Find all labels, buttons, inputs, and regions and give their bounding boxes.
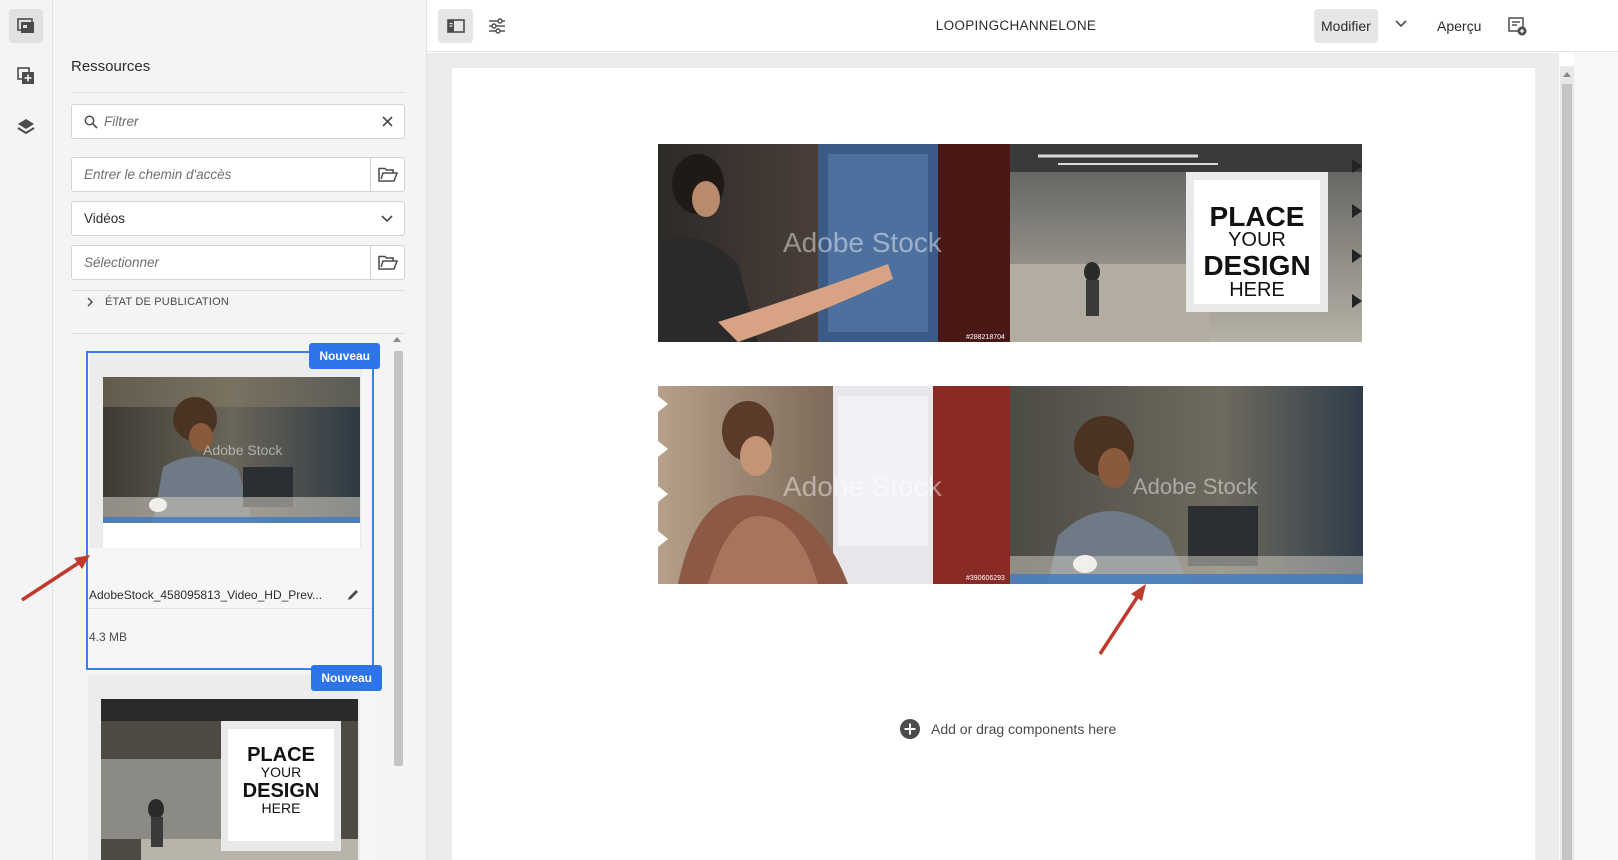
- asset-thumbnail: PLACE YOUR DESIGN HERE: [101, 699, 358, 860]
- chevron-down-icon: [381, 214, 393, 222]
- chevron-right-icon: [87, 297, 94, 307]
- svg-text:PLACE: PLACE: [1210, 201, 1305, 232]
- panel-divider: [71, 333, 405, 334]
- filter-input[interactable]: Filtrer: [71, 104, 405, 139]
- edit-mode-button[interactable]: Modifier: [1314, 9, 1378, 43]
- canvas-scrollbar[interactable]: [1560, 66, 1574, 860]
- select-placeholder: Sélectionner: [84, 255, 160, 270]
- type-dropdown-toggle[interactable]: [370, 202, 404, 235]
- thumbnail-padding: [103, 523, 360, 548]
- canvas-scrollbar-thumb[interactable]: [1562, 84, 1572, 860]
- panel-divider: [71, 290, 405, 291]
- add-circle-icon: [900, 719, 920, 739]
- add-components-label: Add or drag components here: [931, 721, 1117, 737]
- path-placeholder: Entrer le chemin d'accès: [84, 167, 232, 182]
- filter-placeholder: Filtrer: [104, 114, 139, 129]
- svg-text:Adobe Stock: Adobe Stock: [203, 442, 283, 458]
- left-rail: [0, 0, 53, 860]
- folder-icon: [377, 255, 398, 270]
- new-badge: Nouveau: [309, 343, 380, 369]
- right-gutter: [1574, 53, 1618, 860]
- asset-thumbnail: Adobe Stock: [103, 377, 360, 523]
- panel-divider: [71, 92, 405, 93]
- cafe-video-thumbnail-image: Adobe Stock: [103, 377, 360, 523]
- clear-filter-button[interactable]: [370, 105, 404, 138]
- publication-status-label: ÉTAT DE PUBLICATION: [105, 296, 230, 308]
- video-component-2[interactable]: Adobe Stock Adobe Stock #390606293: [658, 386, 1363, 584]
- mode-dropdown-chevron-icon[interactable]: [1394, 17, 1408, 31]
- components-rail-button[interactable]: [9, 59, 43, 93]
- svg-text:DESIGN: DESIGN: [243, 780, 320, 802]
- canvas-scroll-up-arrow[interactable]: [1563, 72, 1571, 77]
- assets-rail-icon: [17, 18, 34, 33]
- svg-text:DESIGN: DESIGN: [1203, 250, 1310, 281]
- svg-text:Adobe Stock: Adobe Stock: [783, 227, 943, 258]
- svg-text:PLACE: PLACE: [247, 744, 315, 766]
- svg-text:#390606293: #390606293: [966, 575, 1005, 582]
- svg-text:#288218704: #288218704: [966, 334, 1005, 341]
- list-scrollbar-thumb[interactable]: [394, 351, 403, 766]
- page-info-icon[interactable]: [1507, 16, 1527, 36]
- svg-text:YOUR: YOUR: [1228, 229, 1286, 251]
- layers-rail-icon: [17, 119, 35, 135]
- assets-panel: Ressources Filtrer Entrer le chemin d'ac…: [53, 0, 427, 860]
- svg-text:YOUR: YOUR: [261, 764, 301, 780]
- close-icon: [381, 116, 393, 127]
- svg-text:HERE: HERE: [262, 800, 301, 816]
- annotation-arrow-left: [21, 555, 90, 602]
- card-divider: [88, 608, 372, 609]
- path-input[interactable]: Entrer le chemin d'accès: [71, 157, 405, 192]
- asset-card[interactable]: Nouveau Adobe Stock AdobeStock_458095813…: [86, 343, 380, 670]
- page-title: LOOPINGCHANNELONE: [935, 18, 1097, 33]
- asset-type-value: Vidéos: [84, 211, 126, 226]
- billboard-video-thumbnail-image: PLACE YOUR DESIGN HERE: [101, 699, 358, 860]
- select-input[interactable]: Sélectionner: [71, 245, 405, 280]
- video-preview-image-2: Adobe Stock Adobe Stock #390606293: [658, 386, 1363, 584]
- asset-type-select[interactable]: Vidéos: [71, 201, 405, 236]
- add-components-dropzone[interactable]: Add or drag components here: [899, 718, 1116, 740]
- edit-pencil-icon[interactable]: [346, 588, 360, 602]
- svg-text:Adobe Stock: Adobe Stock: [1133, 474, 1259, 499]
- asset-list: Nouveau Adobe Stock AdobeStock_458095813…: [71, 337, 405, 860]
- editor-toolbar: LOOPINGCHANNELONE Modifier Aperçu: [427, 0, 1618, 52]
- new-badge: Nouveau: [311, 665, 382, 691]
- publication-status-toggle[interactable]: ÉTAT DE PUBLICATION: [71, 292, 229, 312]
- browse-path-button[interactable]: [370, 158, 404, 191]
- svg-text:HERE: HERE: [1229, 279, 1285, 301]
- components-rail-icon: [17, 67, 34, 84]
- video-component-1[interactable]: PLACE YOUR DESIGN HERE Adobe Stock #2882…: [658, 144, 1362, 342]
- svg-text:Adobe Stock: Adobe Stock: [783, 471, 943, 502]
- app-window: Ressources Filtrer Entrer le chemin d'ac…: [0, 0, 1618, 860]
- annotation-arrow-right: [1098, 584, 1146, 655]
- folder-icon: [377, 167, 398, 182]
- panel-title: Ressources: [71, 58, 151, 75]
- search-icon: [84, 115, 98, 129]
- asset-size: 4.3 MB: [89, 630, 128, 644]
- layers-rail-button[interactable]: [9, 110, 43, 144]
- video-preview-image-1: PLACE YOUR DESIGN HERE Adobe Stock #2882…: [658, 144, 1362, 342]
- asset-card[interactable]: Nouveau PLACE YOUR DESIGN HERE: [86, 665, 382, 860]
- browse-select-button[interactable]: [370, 246, 404, 279]
- assets-rail-button[interactable]: [9, 9, 43, 43]
- preview-button[interactable]: Aperçu: [1437, 18, 1481, 34]
- list-scroll-up-arrow[interactable]: [393, 337, 401, 342]
- asset-filename: AdobeStock_458095813_Video_HD_Prev...: [89, 588, 323, 602]
